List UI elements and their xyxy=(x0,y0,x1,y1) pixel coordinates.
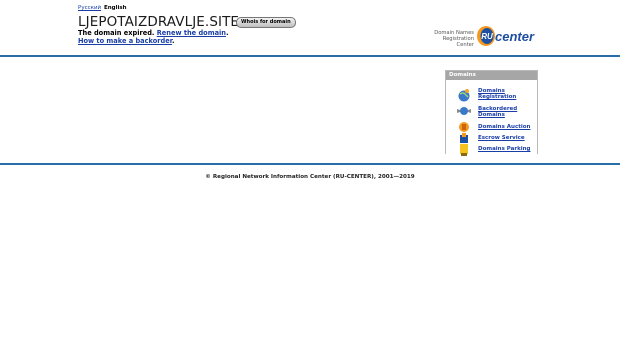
parking-icon xyxy=(460,144,468,156)
renew-domain-link[interactable]: Renew the domain xyxy=(157,29,226,37)
panel-item-escrow[interactable]: Escrow Service xyxy=(478,135,525,141)
registrar-caption: Domain Names Registration Center xyxy=(426,30,474,49)
backorder-line: How to make a backorder. xyxy=(78,37,175,45)
globe-icon xyxy=(458,89,470,102)
panel-item-parking[interactable]: Domains Parking xyxy=(478,146,530,152)
copyright-text: © Regional Network Information Center (R… xyxy=(205,174,415,180)
panel-item-registration-link[interactable]: Domains Registration xyxy=(478,88,516,100)
whois-button[interactable]: Whois for domain xyxy=(236,17,296,28)
header-divider xyxy=(0,55,620,57)
footer-divider xyxy=(0,163,620,165)
expired-text: The domain expired. xyxy=(78,29,155,37)
logo-letter: RU xyxy=(481,32,493,41)
panel-item-auction-link[interactable]: Domains Auction xyxy=(478,124,530,130)
domain-status-line: The domain expired. Renew the domain. xyxy=(78,29,229,37)
renew-suffix: . xyxy=(225,29,229,37)
backorder-link[interactable]: How to make a backorder xyxy=(78,37,172,45)
panel-item-auction[interactable]: Domains Auction xyxy=(478,124,530,130)
logo-text: center xyxy=(495,29,535,44)
panel-item-parking-link[interactable]: Domains Parking xyxy=(478,146,530,152)
backorder-suffix: . xyxy=(172,37,175,45)
ru-center-logo[interactable]: RU center xyxy=(476,24,538,48)
domain-name-title: LJEPOTAIZDRAVLJE.SITE xyxy=(78,14,240,30)
panel-item-registration[interactable]: Domains Registration xyxy=(478,88,516,101)
panel-item-backordered-link[interactable]: Backordered Domains xyxy=(478,106,517,118)
registrar-line: Center xyxy=(456,42,474,49)
language-russian-link[interactable]: Русский xyxy=(78,5,101,11)
domains-panel: Domains Domains Registration Backordered D… xyxy=(445,70,538,156)
language-english-label: English xyxy=(104,5,127,11)
domains-panel-header: Domains xyxy=(446,71,537,80)
winged-globe-icon xyxy=(457,107,471,115)
panel-item-backordered[interactable]: Backordered Domains xyxy=(478,106,517,119)
panel-item-escrow-link[interactable]: Escrow Service xyxy=(478,135,525,141)
